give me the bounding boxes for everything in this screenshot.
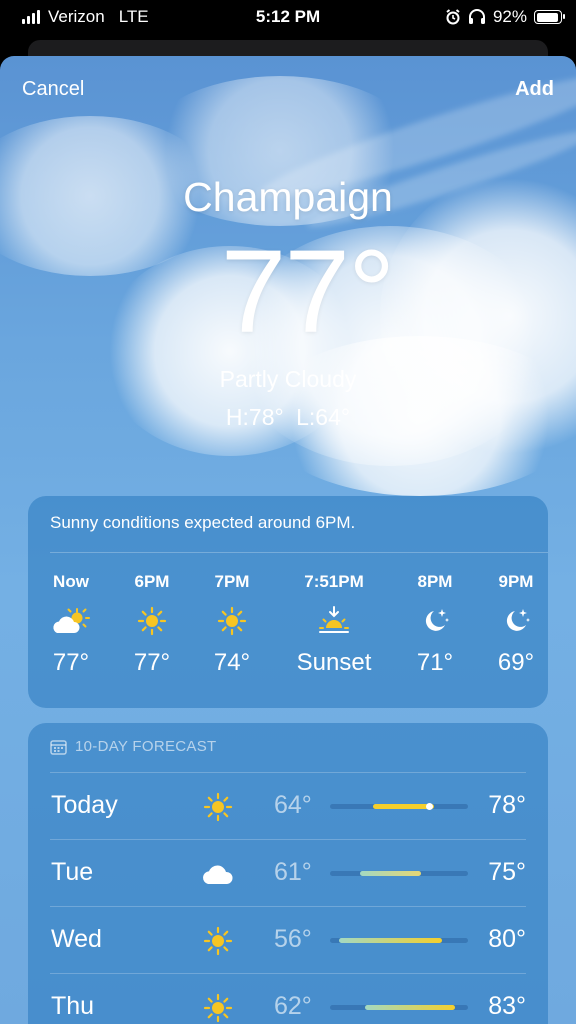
hour-temperature: 69° xyxy=(497,649,535,676)
weather-preview-sheet: Cancel Add Champaign 77° Partly Cloudy H… xyxy=(0,56,576,1024)
signal-icon xyxy=(22,10,40,24)
hour-label: 6PM xyxy=(134,572,170,591)
cloud-icon xyxy=(200,856,236,892)
hour-item: 6PM 77° xyxy=(107,572,197,677)
hour-item: 7PM 74° xyxy=(187,572,277,677)
hour-temperature: Sunset xyxy=(296,649,372,676)
alarm-icon xyxy=(446,9,460,25)
sun-icon xyxy=(200,990,236,1024)
hourly-forecast-card[interactable]: Sunny conditions expected around 6PM. No… xyxy=(28,496,548,708)
hour-temperature: 71° xyxy=(416,649,454,676)
hour-label: 7PM xyxy=(214,572,250,591)
sun-icon xyxy=(107,599,197,643)
hour-label: Now xyxy=(53,572,89,591)
status-right: 92% xyxy=(445,7,565,27)
hour-label: 9PM xyxy=(498,572,534,591)
hourly-summary: Sunny conditions expected around 6PM. xyxy=(50,513,356,532)
high-low-label: H:78° L:64° xyxy=(225,404,351,430)
forecast-high: 75° xyxy=(488,858,526,886)
forecast-header: 10-DAY FORECAST xyxy=(50,738,216,755)
forecast-row[interactable]: Today 64° 78° xyxy=(50,772,526,839)
temperature-range-fill xyxy=(373,804,434,809)
moon-stars-icon xyxy=(471,599,561,643)
sun-icon xyxy=(200,923,236,959)
headphones-icon xyxy=(468,9,485,24)
temperature-range-bar xyxy=(330,871,468,876)
forecast-row[interactable]: Tue 61° 75° xyxy=(50,839,526,906)
hour-temperature: 77° xyxy=(133,649,171,676)
forecast-day: Thu xyxy=(51,992,95,1020)
forecast-low: 56° xyxy=(274,925,312,953)
carrier-label: Verizon xyxy=(48,7,105,26)
hour-item: Now 77° xyxy=(26,572,116,677)
hour-temperature: 74° xyxy=(213,649,251,676)
divider xyxy=(50,552,548,553)
hour-item: 9PM 69° xyxy=(471,572,561,677)
network-label: LTE xyxy=(118,7,149,26)
battery-percent: 92% xyxy=(492,7,527,26)
temperature-range-fill xyxy=(364,1005,456,1010)
forecast-high: 80° xyxy=(488,925,526,953)
status-left: Verizon LTE xyxy=(22,7,149,27)
hour-label: 7:51PM xyxy=(304,572,364,591)
cancel-button[interactable]: Cancel xyxy=(22,78,84,101)
temperature-range-fill xyxy=(338,938,443,943)
temperature-range-bar xyxy=(330,1005,468,1010)
forecast-low: 61° xyxy=(274,858,312,886)
hour-item: 7:51PM Sunset xyxy=(269,572,399,677)
hour-item: 8PM 71° xyxy=(390,572,480,677)
forecast-low: 64° xyxy=(274,791,312,819)
status-bar: Verizon LTE 5:12 PM 92% xyxy=(0,0,576,34)
temperature-range-bar xyxy=(330,938,468,943)
sun-icon xyxy=(200,789,236,825)
forecast-day: Today xyxy=(51,791,118,819)
current-temperature-dot xyxy=(426,803,434,810)
temperature-range-bar xyxy=(330,803,468,810)
battery-icon xyxy=(534,10,565,24)
forecast-header-label: 10-DAY FORECAST xyxy=(75,738,217,755)
forecast-high: 78° xyxy=(488,791,526,819)
calendar-icon xyxy=(50,739,67,755)
hour-temperature: 77° xyxy=(52,649,90,676)
temperature-range-fill xyxy=(360,871,421,876)
forecast-day: Wed xyxy=(51,925,102,953)
forecast-row[interactable]: Wed 56° 80° xyxy=(50,906,526,973)
moon-stars-icon xyxy=(390,599,480,643)
forecast-high: 83° xyxy=(488,992,526,1020)
sunset-icon xyxy=(269,599,399,643)
forecast-day: Tue xyxy=(51,858,94,886)
partly-cloudy-icon xyxy=(26,599,116,643)
battery-fill xyxy=(536,12,558,22)
forecast-low: 62° xyxy=(274,992,312,1020)
city-name: Champaign xyxy=(183,174,393,220)
condition-label: Partly Cloudy xyxy=(219,366,357,392)
forecast-row[interactable]: Thu 62° 83° xyxy=(50,973,526,1024)
add-button[interactable]: Add xyxy=(515,78,554,101)
sun-icon xyxy=(187,599,277,643)
ten-day-forecast-card[interactable]: 10-DAY FORECAST Today 64° 78° Tue 61° 75… xyxy=(28,723,548,1024)
hour-label: 8PM xyxy=(417,572,453,591)
current-temperature: 77° xyxy=(220,226,395,358)
